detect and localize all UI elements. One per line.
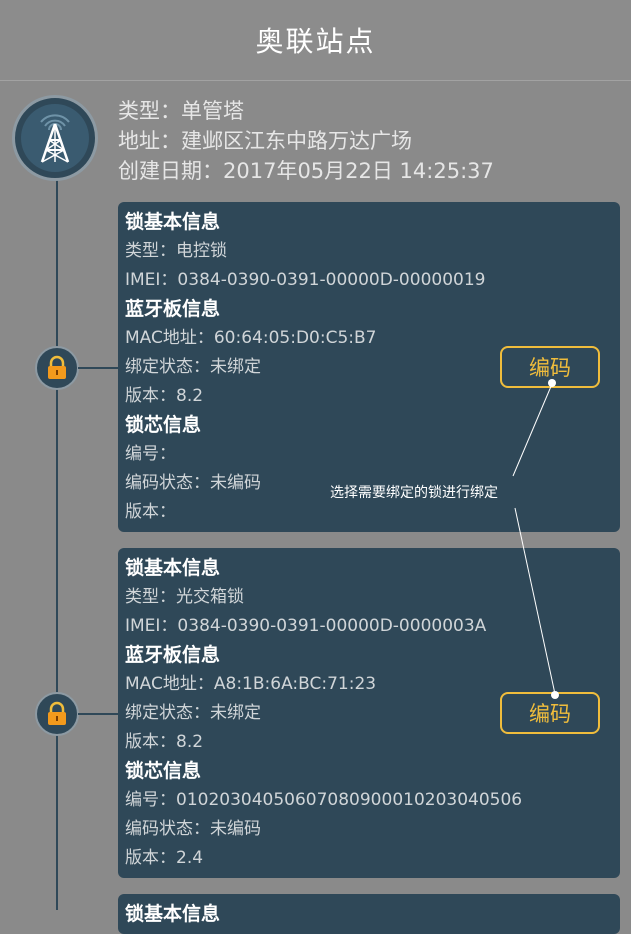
annotation-text: 选择需要绑定的锁进行绑定: [330, 485, 498, 501]
annotation-lines: [512, 379, 559, 699]
